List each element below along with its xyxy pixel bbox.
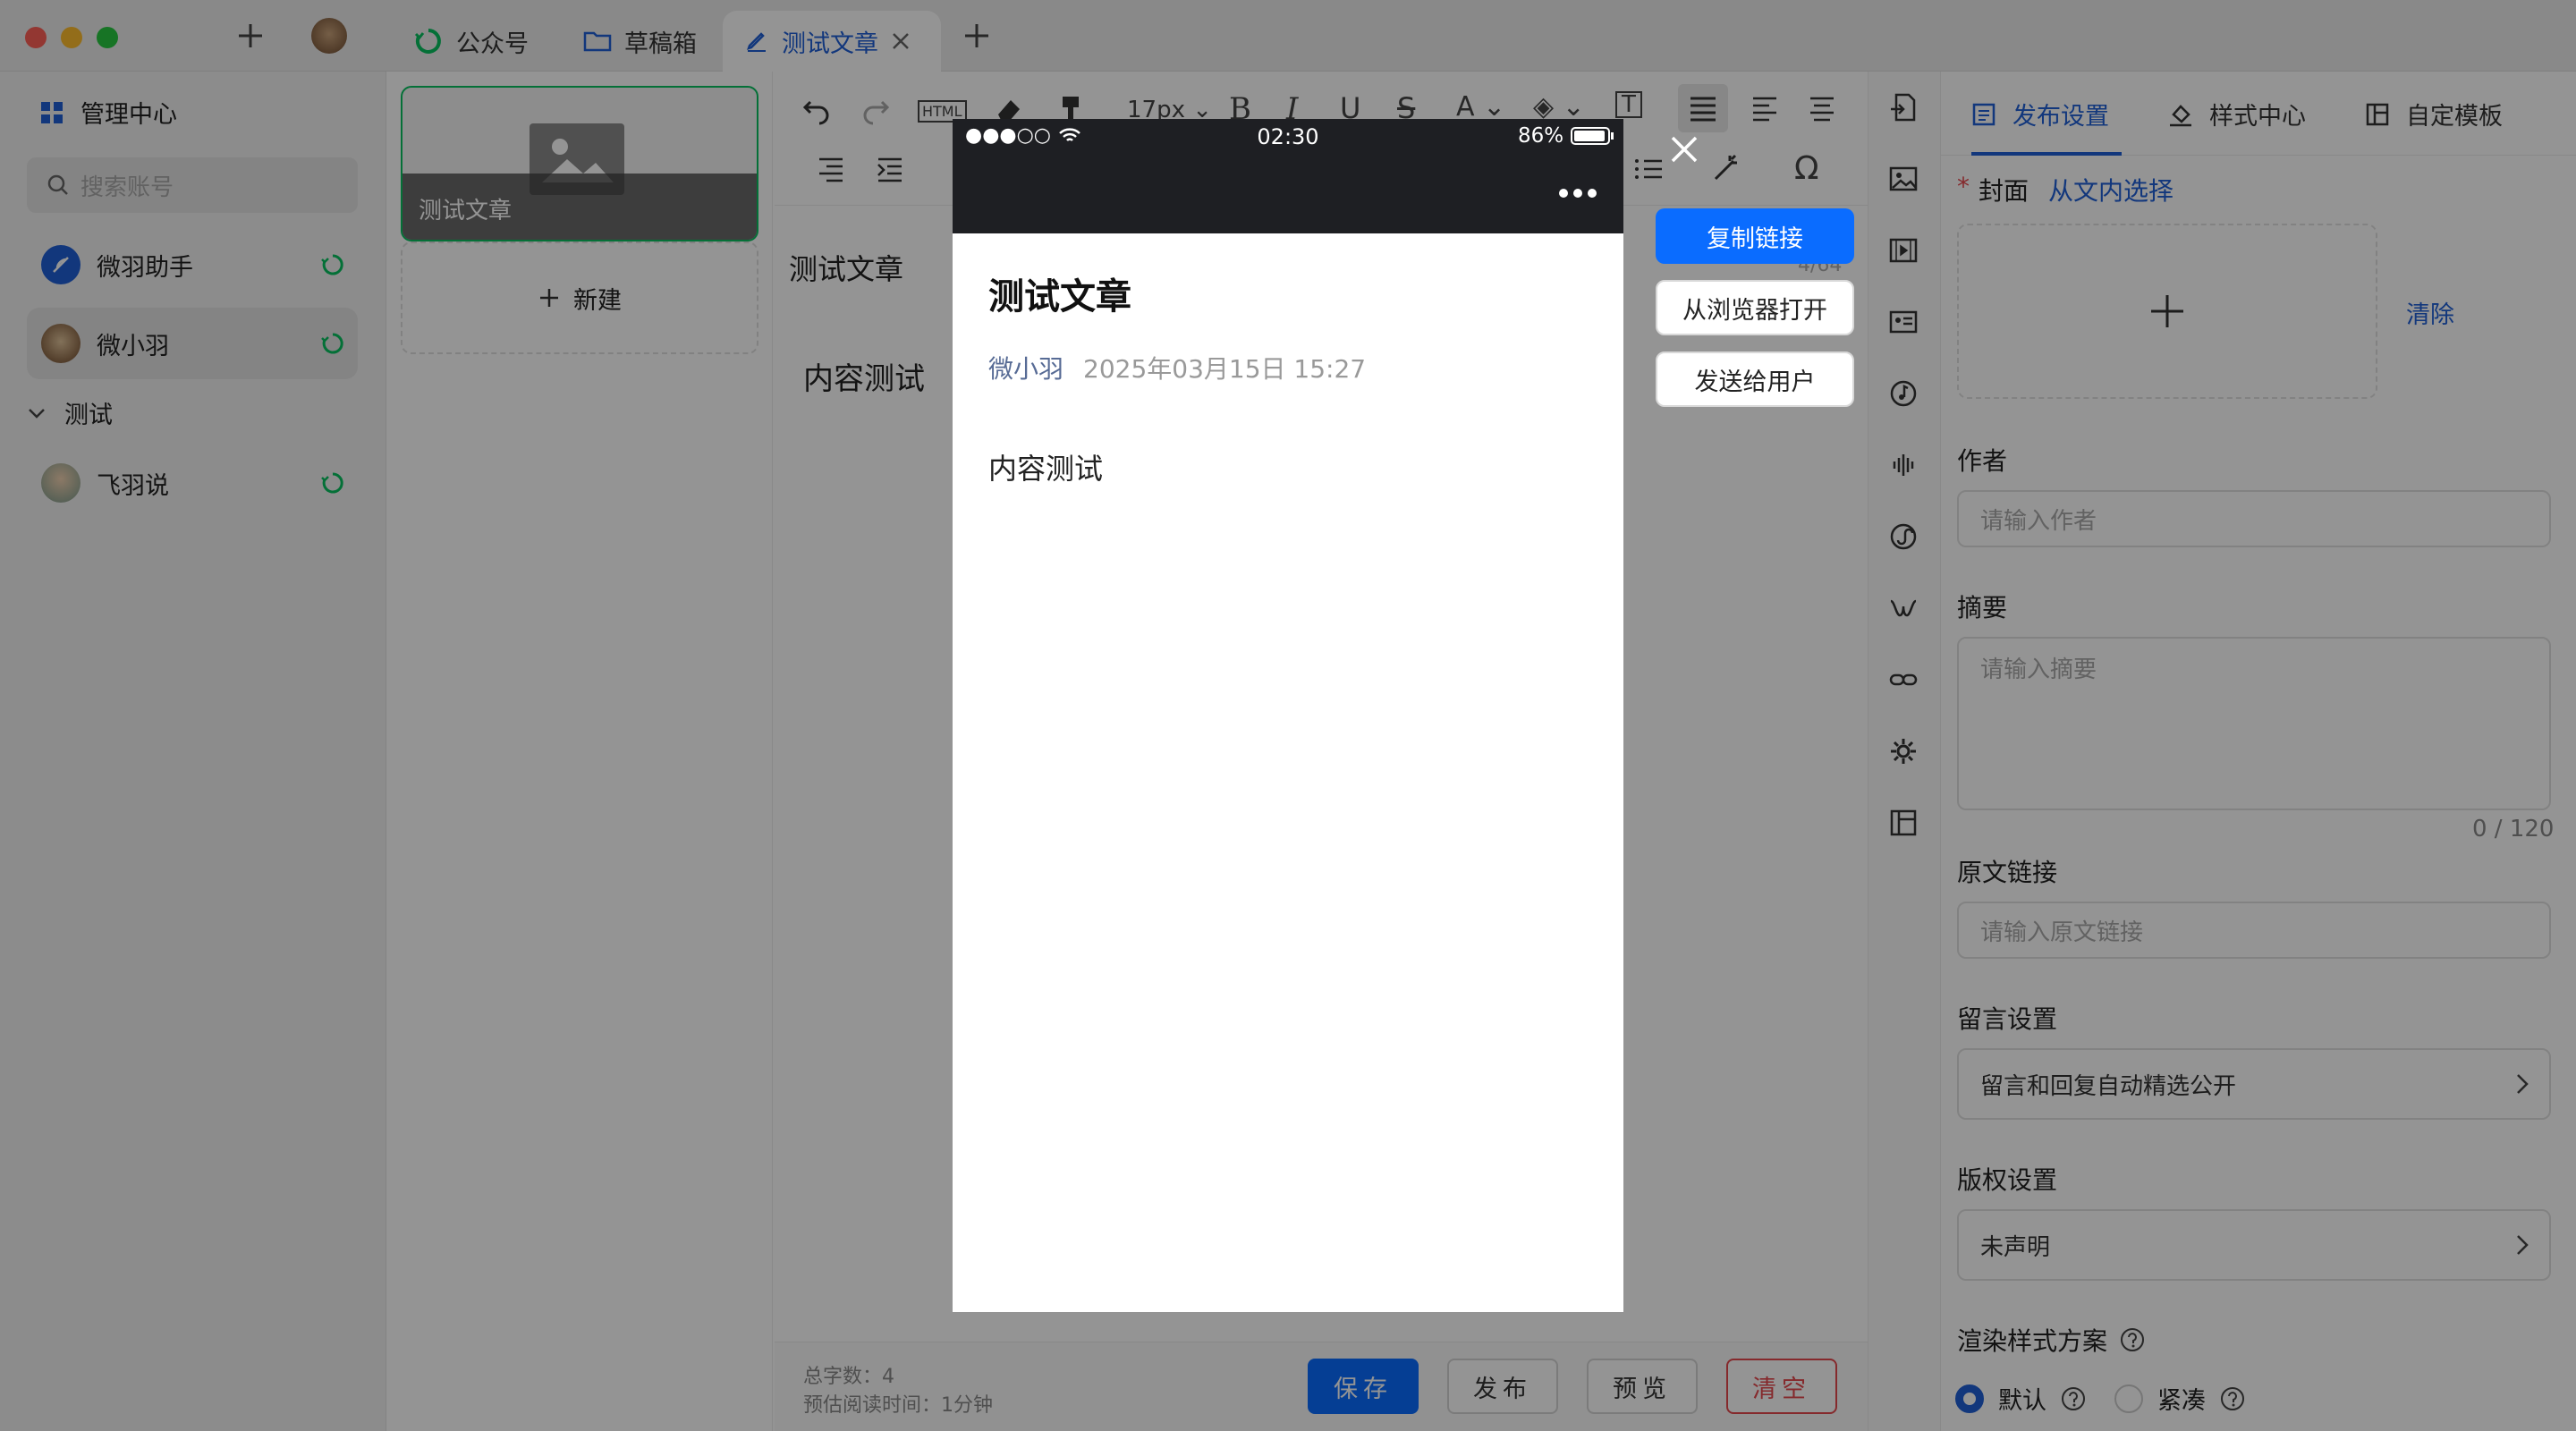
battery-indicator: 86% <box>1518 124 1615 148</box>
open-in-browser-button[interactable]: 从浏览器打开 <box>1656 280 1854 335</box>
close-preview-icon[interactable] <box>1669 134 1699 165</box>
send-to-user-button[interactable]: 发送给用户 <box>1656 351 1854 407</box>
more-dots-icon[interactable] <box>1557 187 1598 199</box>
preview-article-title: 测试文章 <box>988 276 1131 318</box>
phone-preview: ●●●○○ 02:30 86% 测试文章 微小羽 2025年03月15日 15:… <box>953 119 1623 1312</box>
preview-date: 2025年03月15日 15:27 <box>1083 354 1367 384</box>
preview-author[interactable]: 微小羽 <box>988 350 1063 385</box>
battery-icon <box>1571 127 1614 145</box>
phone-header: ●●●○○ 02:30 86% <box>953 119 1623 233</box>
preview-article-meta: 微小羽 2025年03月15日 15:27 <box>988 350 1366 385</box>
preview-article-body: 内容测试 <box>988 452 1104 486</box>
copy-link-button[interactable]: 复制链接 <box>1656 208 1854 264</box>
battery-percent: 86% <box>1518 124 1564 148</box>
